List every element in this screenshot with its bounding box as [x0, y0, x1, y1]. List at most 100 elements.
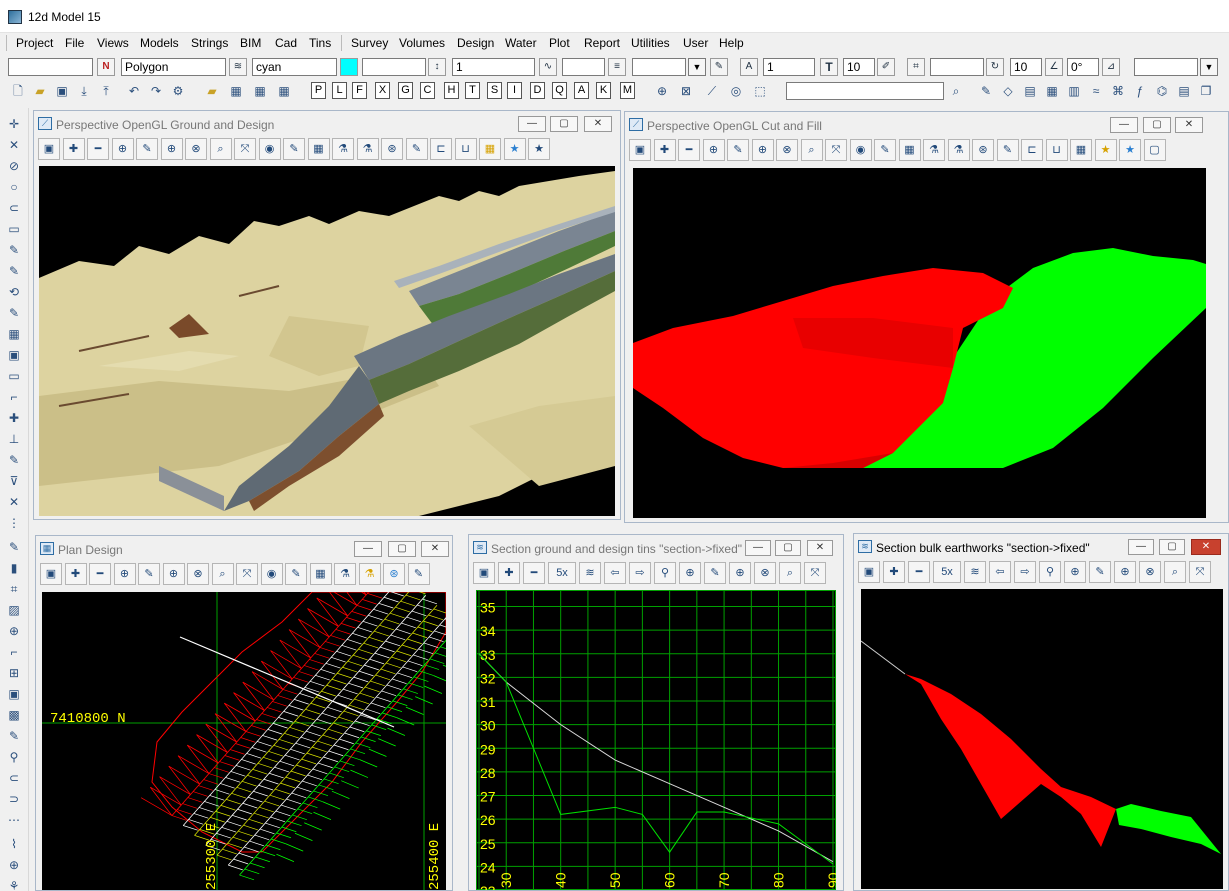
cross-icon[interactable]: ✕ [6, 494, 22, 510]
print-icon[interactable]: ⊏ [1021, 139, 1043, 161]
z-value-icon[interactable]: ↕ [428, 58, 446, 76]
snap-k-button[interactable]: K [596, 82, 611, 99]
text-colour-icon[interactable]: ⌗ [907, 58, 925, 76]
pan-icon[interactable]: ✎ [727, 139, 749, 161]
menu-volumes[interactable]: Volumes [399, 36, 445, 50]
linetype-icon[interactable]: ∿ [539, 58, 557, 76]
import-icon[interactable]: ⤓ [76, 83, 92, 99]
model-name-field[interactable] [8, 58, 93, 76]
filter-icon[interactable]: ⊽ [6, 473, 22, 489]
person-icon[interactable]: ⚗ [358, 563, 381, 585]
star-icon[interactable]: ★ [503, 138, 526, 160]
plan-design-window[interactable]: ▦ Plan Design — ▢ ✕ ▣ ✚ ━ ⊕ ✎ ⊕ ⊗ ⌕ ⤧ ◉ ✎ ▦ ⚗ ⚗ ⊛ ✎ 741… [35, 535, 453, 891]
eye-icon[interactable]: ◉ [260, 563, 283, 585]
pick-icon[interactable]: ⚲ [654, 562, 676, 584]
zoom-centre-icon[interactable]: ⊕ [162, 563, 185, 585]
print-icon[interactable]: ⊏ [430, 138, 452, 160]
perspective-ground-design-window[interactable]: ⟋ Perspective OpenGL Ground and Design —… [33, 110, 621, 520]
menu-strings[interactable]: Strings [191, 36, 228, 50]
menu-utilities[interactable]: Utilities [631, 36, 670, 50]
angle-icon[interactable]: ∠ [1045, 58, 1063, 76]
snap-t-button[interactable]: T [465, 82, 480, 99]
box-icon[interactable]: ▭ [6, 368, 22, 384]
text-style-icon[interactable]: A [740, 58, 758, 76]
bar-icon[interactable]: ▮ [6, 560, 22, 576]
pen-icon[interactable]: ✎ [996, 139, 1019, 161]
maximize-button[interactable]: ▢ [1159, 539, 1185, 555]
snap-x-button[interactable]: X [375, 82, 390, 99]
zoom-reset-icon[interactable]: ⊗ [185, 138, 207, 160]
search-icon[interactable]: ⌕ [800, 139, 823, 161]
pan-icon[interactable]: ✎ [704, 562, 726, 584]
zoom-out-icon[interactable]: ━ [908, 561, 930, 583]
eye-icon[interactable]: ◉ [849, 139, 872, 161]
rectangle-icon[interactable]: ▭ [6, 221, 22, 237]
eye-icon[interactable]: ◉ [258, 138, 281, 160]
rotate-icon[interactable]: ⟲ [6, 284, 22, 300]
snap-c-button[interactable]: C [420, 82, 435, 99]
minimize-button[interactable]: — [1128, 539, 1154, 555]
text-icon[interactable]: ✎ [6, 242, 22, 258]
exaggeration-button[interactable]: 5x [548, 562, 576, 584]
string-type-field[interactable]: Polygon [121, 58, 226, 76]
menu-views[interactable]: Views [97, 36, 129, 50]
snap-l-button[interactable]: L [332, 82, 347, 99]
open-folder-icon[interactable]: ▰ [32, 83, 48, 99]
clip-icon[interactable]: ⚗ [332, 138, 354, 160]
edit-icon[interactable]: ✎ [6, 728, 22, 744]
attributes-icon[interactable]: ⌘ [1110, 83, 1126, 99]
measure-icon[interactable]: ⤧ [825, 139, 847, 161]
zoom-in-icon[interactable]: ✚ [62, 138, 85, 160]
menu-file[interactable]: File [65, 36, 84, 50]
clip-icon[interactable]: ⚗ [334, 563, 356, 585]
view-new-icon[interactable]: ▦ [228, 83, 244, 99]
table-icon[interactable]: ▦ [6, 326, 22, 342]
tag-icon[interactable]: ◇ [1000, 83, 1016, 99]
zoom-window-icon[interactable]: ⊕ [1064, 561, 1086, 583]
close-button[interactable]: ✕ [807, 540, 833, 556]
maximize-button[interactable]: ▢ [388, 541, 416, 557]
arc-icon[interactable]: ⊂ [6, 200, 22, 216]
section-view-icon[interactable]: ≋ [964, 561, 986, 583]
zoom-in-icon[interactable]: ✚ [653, 139, 676, 161]
view-fit-icon[interactable]: ▣ [38, 138, 60, 160]
paint-icon[interactable]: ✎ [874, 139, 896, 161]
maximize-button[interactable]: ▢ [550, 116, 578, 132]
pencil-icon[interactable]: ✎ [6, 539, 22, 555]
perspective-cut-fill-window[interactable]: ⟋ Perspective OpenGL Cut and Fill — ▢ ✕ … [624, 111, 1229, 523]
zoom-in-icon[interactable]: ✚ [498, 562, 520, 584]
view-perspective-icon[interactable]: ▦ [276, 83, 292, 99]
pen-icon[interactable]: ✎ [710, 58, 728, 76]
pen-icon[interactable]: ✎ [405, 138, 428, 160]
grid-icon[interactable]: ▦ [1044, 83, 1060, 99]
clip-icon[interactable]: ⚗ [923, 139, 945, 161]
wheel-icon[interactable]: ⊛ [383, 563, 405, 585]
angle-icon[interactable]: ⌐ [6, 644, 22, 660]
panel-icon[interactable]: ▢ [1143, 139, 1166, 161]
new-file-icon[interactable]: 🗋 [10, 83, 26, 99]
paint-icon[interactable]: ✎ [283, 138, 305, 160]
baseline-icon[interactable]: ⊥ [6, 431, 22, 447]
star-blue-icon[interactable]: ★ [528, 138, 550, 160]
zoom-fit-icon[interactable]: ⊕ [654, 83, 670, 99]
zoom-reset-icon[interactable]: ⊗ [776, 139, 798, 161]
star-icon[interactable]: ★ [1094, 139, 1117, 161]
grid-icon[interactable]: ▦ [479, 138, 501, 160]
save-icon[interactable]: ▣ [54, 83, 70, 99]
weight-field[interactable]: 1 [452, 58, 535, 76]
text-colour-field[interactable] [930, 58, 984, 76]
stretch-icon[interactable]: ✎ [6, 305, 22, 321]
snap-g-button[interactable]: G [398, 82, 413, 99]
rotate-icon[interactable]: ↻ [986, 58, 1004, 76]
grid-icon[interactable]: ⌗ [6, 581, 22, 597]
colour-swatch[interactable] [340, 58, 358, 76]
curve-right-icon[interactable]: ⊃ [6, 791, 22, 807]
previous-section-icon[interactable]: ⇦ [989, 561, 1011, 583]
flower-icon[interactable]: ⚘ [6, 878, 22, 891]
section-ground-canvas[interactable]: 3534333231302928272625242330405060708090 [476, 590, 836, 890]
exaggeration-button[interactable]: 5x [933, 561, 961, 583]
window-icon[interactable]: ▣ [6, 347, 22, 363]
view-fit-icon[interactable]: ▣ [629, 139, 651, 161]
person-icon[interactable]: ⚗ [947, 139, 970, 161]
draw-icon[interactable]: ✎ [6, 263, 22, 279]
